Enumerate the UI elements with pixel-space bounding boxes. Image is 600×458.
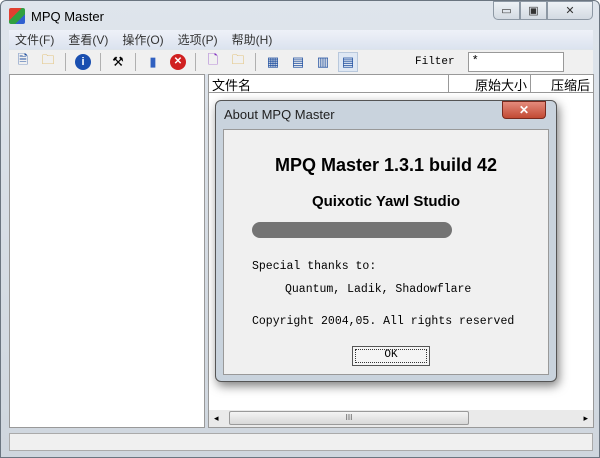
folder-tree[interactable] bbox=[9, 74, 205, 428]
toolbar-separator bbox=[100, 53, 101, 71]
menu-view[interactable]: 查看(V) bbox=[68, 31, 108, 48]
add-folder-icon[interactable]: 🗀 bbox=[228, 52, 248, 72]
menu-operate[interactable]: 操作(O) bbox=[122, 31, 163, 48]
column-compressed[interactable]: 压缩后 bbox=[531, 75, 593, 92]
copyright-text: Copyright 2004,05. All rights reserved bbox=[252, 315, 515, 328]
new-file-icon[interactable]: 🗎 bbox=[13, 52, 33, 72]
scroll-right-icon[interactable]: ▸ bbox=[583, 413, 588, 424]
filter-label: Filter bbox=[415, 56, 455, 68]
extract-icon[interactable]: ▮ bbox=[143, 52, 163, 72]
app-icon bbox=[9, 8, 25, 24]
version-text: MPQ Master 1.3.1 build 42 bbox=[274, 155, 498, 175]
minimize-button[interactable]: ▭ bbox=[493, 1, 520, 20]
list-view-icon[interactable]: ▥ bbox=[313, 52, 333, 72]
ok-button[interactable]: OK bbox=[352, 346, 430, 366]
dialog-close-button[interactable]: ✕ bbox=[502, 101, 546, 119]
thanks-label: Special thanks to: bbox=[252, 260, 377, 273]
menu-bar: 文件(F) 查看(V) 操作(O) 选项(P) 帮助(H) bbox=[9, 30, 593, 49]
menu-options[interactable]: 选项(P) bbox=[178, 31, 218, 48]
column-original-size[interactable]: 原始大小 bbox=[449, 75, 531, 92]
toolbar-separator bbox=[255, 53, 256, 71]
about-dialog: About MPQ Master ✕ MPQ Master 1.3.1 buil… bbox=[215, 100, 557, 382]
large-icons-view-icon[interactable]: ▦ bbox=[263, 52, 283, 72]
menu-file[interactable]: 文件(F) bbox=[15, 31, 54, 48]
window-title: MPQ Master bbox=[31, 8, 104, 24]
redacted-link bbox=[252, 222, 452, 238]
toolbar: 🗎 🗀 i ⚒ ▮ ✕ 🗋 🗀 ▦ ▤ ▥ ▤ Filter * bbox=[9, 50, 593, 74]
list-header: 文件名 原始大小 压缩后 bbox=[209, 75, 593, 93]
toolbar-separator bbox=[65, 53, 66, 71]
column-filename[interactable]: 文件名 bbox=[209, 75, 449, 92]
status-bar bbox=[9, 433, 593, 451]
title-bar: MPQ Master bbox=[9, 6, 104, 26]
open-folder-icon[interactable]: 🗀 bbox=[38, 52, 58, 72]
close-button[interactable]: ✕ bbox=[547, 1, 593, 20]
scroll-thumb[interactable]: III bbox=[229, 411, 469, 425]
details-view-icon[interactable]: ▤ bbox=[338, 52, 358, 72]
info-icon[interactable]: i bbox=[73, 52, 93, 72]
maximize-button[interactable]: ▣ bbox=[520, 1, 547, 20]
dialog-title: About MPQ Master bbox=[224, 107, 335, 122]
delete-icon[interactable]: ✕ bbox=[168, 52, 188, 72]
menu-help[interactable]: 帮助(H) bbox=[232, 31, 273, 48]
filter-input[interactable]: * bbox=[467, 52, 564, 72]
thanks-names: Quantum, Ladik, Shadowflare bbox=[285, 283, 472, 296]
add-file-icon[interactable]: 🗋 bbox=[203, 52, 223, 72]
small-icons-view-icon[interactable]: ▤ bbox=[288, 52, 308, 72]
scroll-left-icon[interactable]: ◂ bbox=[214, 413, 219, 424]
toolbar-separator bbox=[195, 53, 196, 71]
tools-icon[interactable]: ⚒ bbox=[108, 52, 128, 72]
horizontal-scrollbar[interactable]: ◂ III ▸ bbox=[209, 410, 593, 427]
studio-name: Quixotic Yawl Studio bbox=[311, 193, 461, 210]
toolbar-separator bbox=[135, 53, 136, 71]
